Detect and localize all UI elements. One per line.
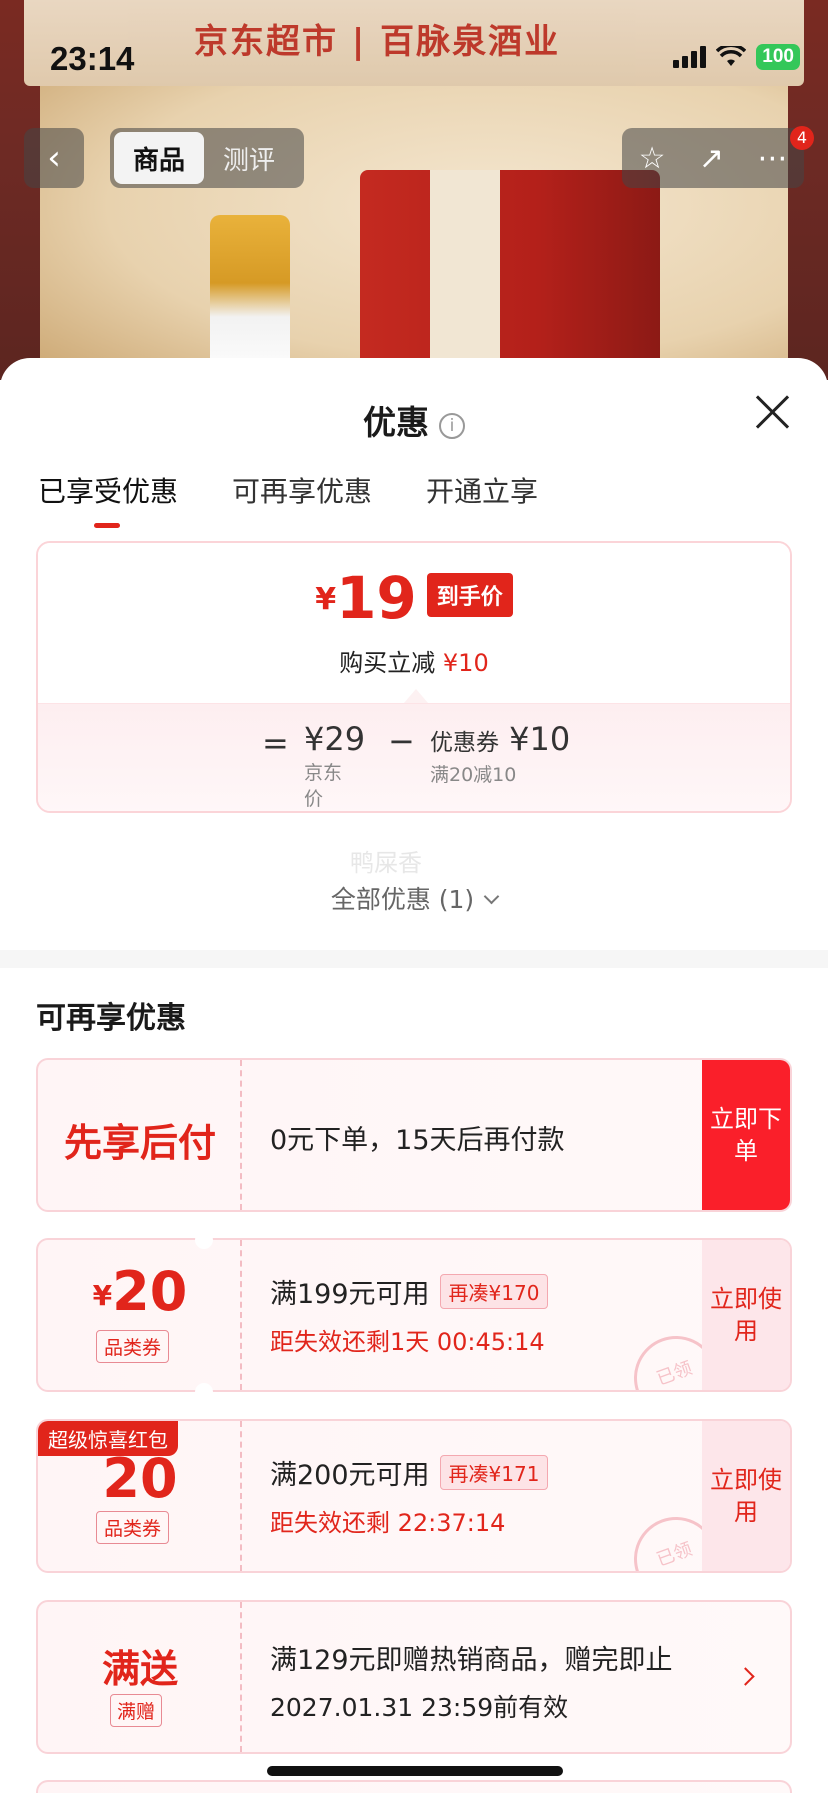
coupon-type: 品类券: [96, 1511, 170, 1544]
coupon-deduction-label: 优惠券: [430, 730, 499, 756]
jd-price-label: 京东价: [304, 762, 343, 810]
final-price: ¥ 19 到手价: [38, 569, 790, 627]
instant-discount: 购买立减 ¥10: [38, 643, 790, 678]
header-actions: ☆ ↗ ⋯: [622, 128, 804, 188]
coupon-condition-text: 满199元可用: [270, 1279, 430, 1310]
signal-icon: [673, 46, 707, 68]
tab-product[interactable]: 商品: [114, 132, 204, 184]
coupon-condition-text: 满200元可用: [270, 1460, 430, 1491]
all-offers-label: 全部优惠 (1): [330, 885, 475, 914]
coupon-notch: [195, 1383, 213, 1401]
back-button[interactable]: ‹: [24, 128, 84, 188]
brand-banner: 京东超市 | 百脉泉酒业: [24, 0, 804, 86]
coupon-condition: 满200元可用 再凑¥171: [270, 1453, 549, 1492]
coupon-deduction-condition: 满20减10: [430, 764, 517, 786]
offer-description: 0元下单，15天后再付款: [270, 1125, 565, 1156]
coupon-expire: 距失效还剩 22:37:14: [270, 1509, 506, 1537]
price-calculation: = ¥29 京东价 − 优惠券 ¥10 满20减10: [38, 703, 790, 811]
chevron-right-icon[interactable]: [736, 1667, 755, 1686]
offer-left: 先享后付: [38, 1060, 242, 1210]
section-title: 可再享优惠: [36, 1001, 186, 1036]
tab-enjoyed-offers[interactable]: 已享受优惠: [38, 470, 178, 528]
more-icon[interactable]: ⋯: [757, 141, 787, 176]
coupon-deduction: 优惠券 ¥10 满20减10: [430, 720, 570, 787]
coupon-expire: 距失效还剩1天 00:45:14: [270, 1328, 545, 1356]
offer-coupon[interactable]: ¥ 20 品类券 满199元可用 再凑¥170 距失效还剩1天 00:45:14…: [36, 1238, 792, 1392]
coupon-condition: 满199元可用 再凑¥170: [270, 1272, 549, 1311]
battery-indicator: 100: [756, 44, 800, 70]
red-packet-tag: 超级惊喜红包: [38, 1421, 178, 1456]
gift-tag: 满赠: [110, 1694, 163, 1727]
star-icon[interactable]: ☆: [639, 141, 666, 176]
share-icon[interactable]: ↗: [699, 141, 724, 176]
message-badge: 4: [790, 126, 814, 150]
info-icon[interactable]: i: [439, 413, 465, 439]
price-breakdown-card: ¥ 19 到手价 购买立减 ¥10 = ¥29 京东价 − 优惠券 ¥10 满2…: [36, 541, 792, 813]
use-now-button[interactable]: 立即使用: [702, 1421, 790, 1571]
coupon-type: 品类券: [96, 1330, 170, 1363]
offer-red-packet[interactable]: 20 品类券 超级惊喜红包 满200元可用 再凑¥171 距失效还剩 22:37…: [36, 1419, 792, 1573]
final-price-tag: 到手价: [426, 573, 513, 617]
home-indicator: [267, 1766, 563, 1776]
currency-symbol: ¥: [315, 582, 337, 617]
offer-left: ¥ 20 品类券: [38, 1240, 242, 1390]
offer-pay-later[interactable]: 先享后付 0元下单，15天后再付款 立即下单: [36, 1058, 792, 1212]
chevron-down-icon: [483, 888, 500, 905]
jd-price: ¥29 京东价: [304, 720, 366, 811]
add-more-pill: 再凑¥171: [439, 1455, 549, 1490]
status-indicators: 100: [673, 44, 800, 70]
offer-gift[interactable]: 满送 满赠 满129元即赠热销商品，赠完即止 2027.01.31 23:59前…: [36, 1600, 792, 1754]
tab-activate-offers[interactable]: 开通立享: [426, 470, 538, 528]
jd-price-value: ¥29: [304, 720, 366, 758]
equals-sign: =: [262, 724, 289, 762]
all-offers-toggle[interactable]: 全部优惠 (1): [0, 880, 828, 916]
final-price-section: ¥ 19 到手价 购买立减 ¥10: [38, 543, 790, 703]
instant-discount-value: ¥10: [442, 649, 489, 677]
coupon-amount-value: 20: [102, 1447, 178, 1510]
minus-sign: −: [388, 722, 415, 760]
section-divider: [0, 950, 828, 968]
coupon-notch: [195, 1231, 213, 1249]
chevron-left-icon: ‹: [47, 138, 61, 178]
sheet-title-text: 优惠: [363, 403, 429, 442]
tab-review[interactable]: 测评: [204, 132, 294, 184]
order-now-button[interactable]: 立即下单: [702, 1060, 790, 1210]
sheet-title: 优惠 i: [0, 396, 828, 444]
offer-tabs: 已享受优惠 可再享优惠 开通立享: [38, 470, 538, 528]
final-price-value: 19: [336, 564, 417, 632]
gift-validity: 2027.01.31 23:59前有效: [270, 1693, 569, 1722]
offer-title: 先享后付: [63, 1121, 216, 1165]
coupon-amount: ¥ 20: [38, 1264, 242, 1320]
offer-title: 满送: [101, 1647, 178, 1691]
watermark: 鸭屎香: [350, 849, 422, 877]
add-more-pill: 再凑¥170: [439, 1274, 549, 1309]
instant-discount-label: 购买立减: [339, 649, 436, 677]
gift-description: 满129元即赠热销商品，赠完即止: [270, 1645, 673, 1676]
tab-more-offers[interactable]: 可再享优惠: [232, 470, 372, 528]
coupon-deduction-value: ¥10: [509, 720, 571, 758]
brand-banner-text: 京东超市 | 百脉泉酒业: [194, 22, 561, 62]
price-arrow: [404, 689, 428, 703]
status-time: 23:14: [50, 40, 135, 77]
offer-partial[interactable]: [36, 1780, 792, 1793]
offers-sheet: 优惠 i 已享受优惠 可再享优惠 开通立享 ¥ 19 到手价 购买立减 ¥10 =…: [0, 358, 828, 1793]
product-bottle-image: [210, 215, 290, 380]
offer-left: 满送 满赠: [38, 1602, 242, 1752]
product-box-image: [360, 170, 660, 380]
close-button[interactable]: [752, 392, 792, 432]
wifi-icon: [716, 46, 747, 66]
currency-symbol: ¥: [92, 1279, 113, 1312]
coupon-amount-value: 20: [112, 1260, 188, 1323]
coupon-amount: 20: [38, 1451, 242, 1507]
use-now-button[interactable]: 立即使用: [702, 1240, 790, 1390]
product-tabs: 商品 测评: [110, 128, 304, 188]
